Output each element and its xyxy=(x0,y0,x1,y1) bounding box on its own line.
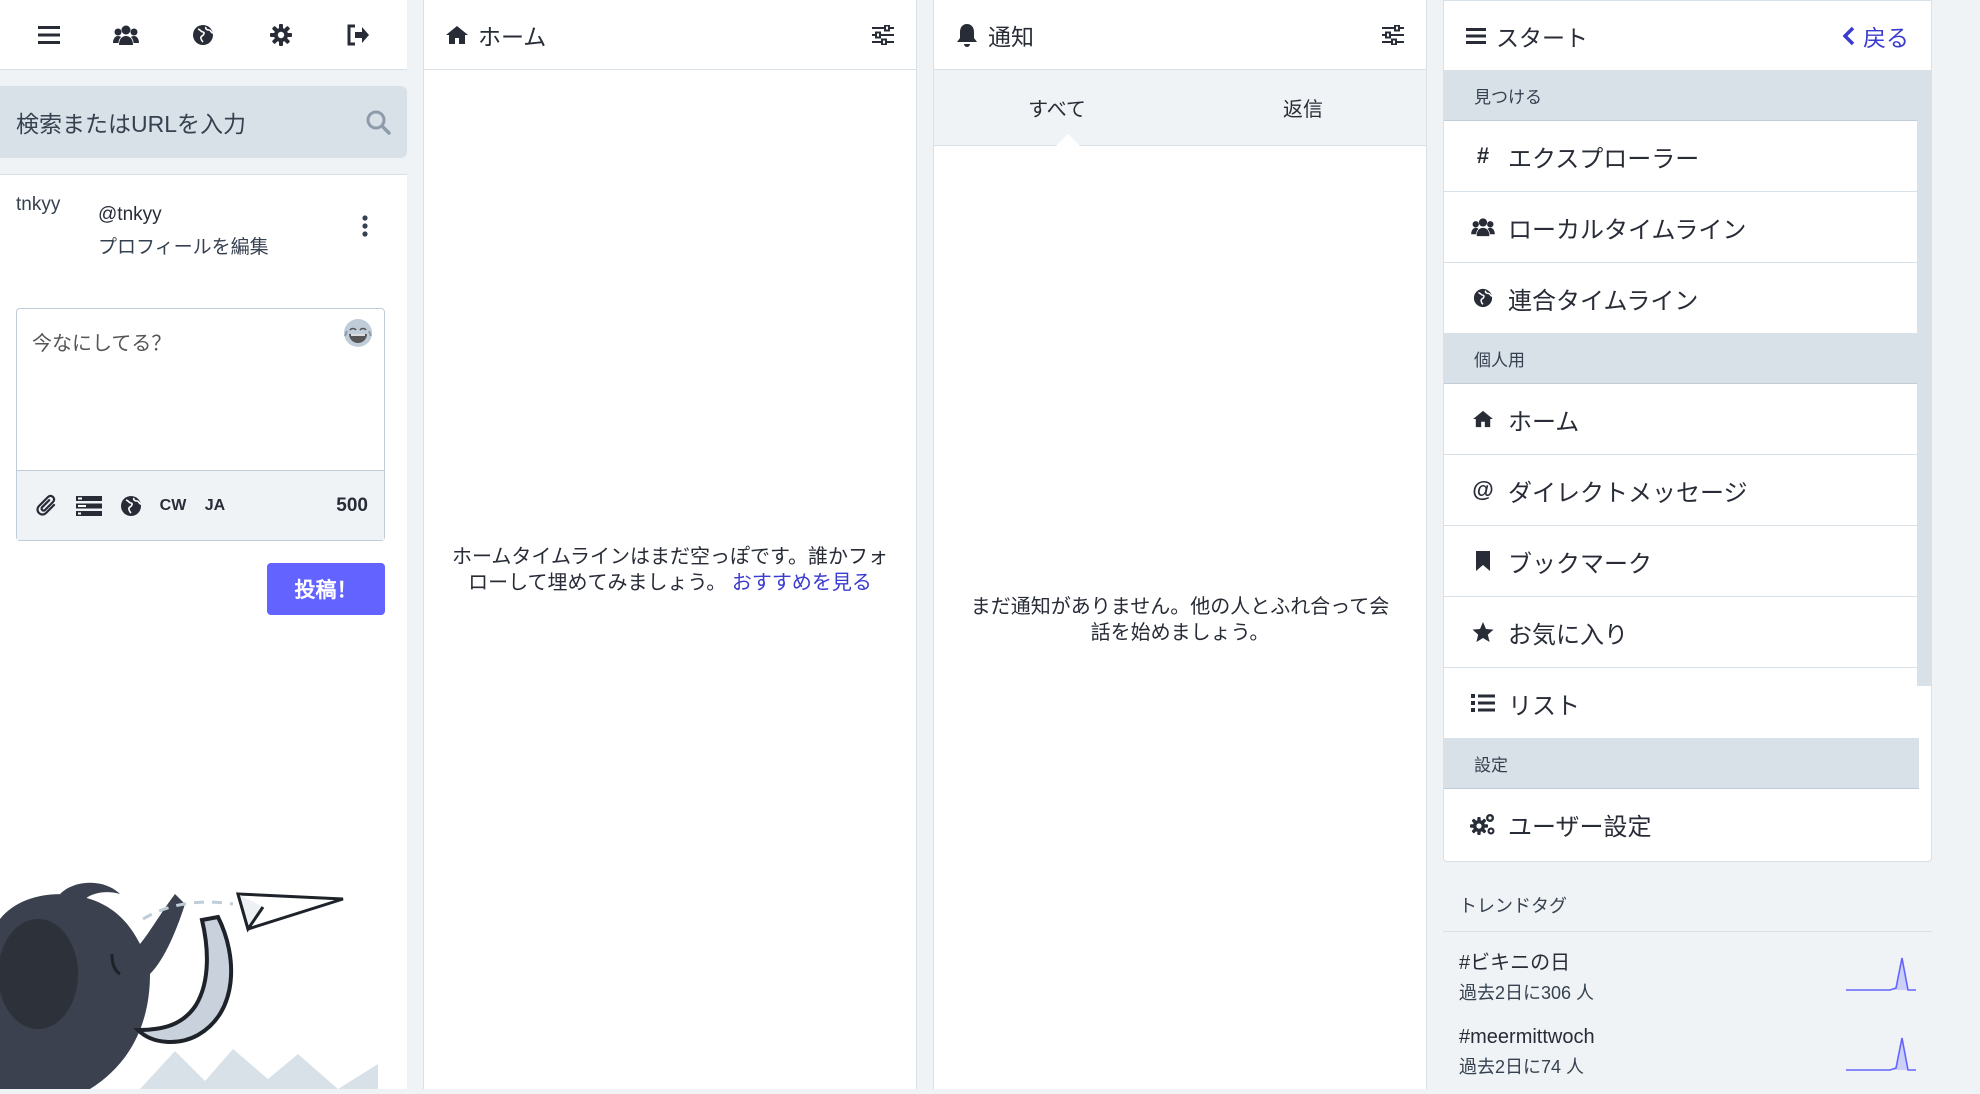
menu-item-label: ブックマーク xyxy=(1508,550,1652,578)
home-icon xyxy=(1470,406,1496,432)
compose-textarea[interactable]: 今なにしてる？ xyxy=(32,327,171,356)
tab-all[interactable]: すべて xyxy=(934,70,1180,145)
chevron-left-icon xyxy=(1843,26,1855,46)
trend-item[interactable]: #ビキニの日 過去2日に306 人 xyxy=(1443,932,1932,1012)
search-input[interactable]: 検索またはURLを入力 xyxy=(0,86,407,158)
bell-icon xyxy=(956,23,978,47)
edit-profile-link[interactable]: プロフィールを編集 xyxy=(98,232,269,259)
menu-item-direct-messages[interactable]: @ ダイレクトメッセージ xyxy=(1444,455,1919,526)
start-menu: 見つける # エクスプローラー ローカルタイムライン 連合タイムライン 個人用 … xyxy=(1444,71,1919,860)
at-icon: @ xyxy=(1472,477,1494,502)
section-header-settings: 設定 xyxy=(1444,739,1919,789)
list-icon xyxy=(1470,690,1496,716)
trend-sparkline xyxy=(1846,957,1916,991)
getting-started-panel: スタート 戻る 見つける # エクスプローラー ローカルタイムライン 連合タイム… xyxy=(1443,0,1932,862)
trending-tags-header: トレンドタグ xyxy=(1443,862,1932,932)
more-options-icon[interactable] xyxy=(357,211,373,241)
column-settings-icon[interactable] xyxy=(1382,24,1404,45)
menu-item-lists[interactable]: リスト xyxy=(1444,668,1919,739)
home-column-title[interactable]: ホーム xyxy=(478,18,872,52)
section-header-personal: 個人用 xyxy=(1444,334,1919,384)
menu-item-label: ホーム xyxy=(1508,408,1580,436)
home-column: ホーム ホームタイムラインはまだ空っぽです。誰かフォローして埋めてみましょう。 … xyxy=(423,0,917,1089)
bookmark-icon xyxy=(1470,548,1496,574)
gears-icon xyxy=(1470,812,1496,838)
emoji-picker-icon[interactable] xyxy=(342,317,374,349)
home-empty-message: ホームタイムラインはまだ空っぽです。誰かフォローして埋めてみましょう。 おすすめ… xyxy=(452,544,888,596)
avatar-alt: tnkyy xyxy=(16,194,61,215)
globe-icon xyxy=(1470,285,1496,311)
menu-item-federated-timeline[interactable]: 連合タイムライン xyxy=(1444,263,1919,334)
menu-icon xyxy=(1466,27,1486,45)
paperclip-icon[interactable] xyxy=(33,492,61,520)
menu-item-label: ダイレクトメッセージ xyxy=(1508,479,1748,507)
menu-item-label: ローカルタイムライン xyxy=(1508,216,1747,244)
publish-button[interactable]: 投稿！ xyxy=(267,563,385,615)
getting-started-column: スタート 戻る 見つける # エクスプローラー ローカルタイムライン 連合タイム… xyxy=(1443,0,1932,1089)
see-suggestions-link[interactable]: おすすめを見る xyxy=(732,572,872,594)
notifications-column-header: 通知 xyxy=(934,0,1426,70)
users-icon xyxy=(1470,214,1496,240)
notifications-column: 通知 すべて 返信 まだ通知がありません。他の人とふれ合って会話を始めましょう。 xyxy=(933,0,1427,1089)
compose-form: 今なにしてる？ CW JA 500 xyxy=(16,308,385,541)
compose-toolbar: CW JA 500 xyxy=(17,470,384,540)
account-handle[interactable]: @tnkyy xyxy=(98,204,162,226)
visibility-globe-icon[interactable] xyxy=(117,492,145,520)
back-label: 戻る xyxy=(1863,24,1909,51)
menu-item-label: リスト xyxy=(1508,692,1580,720)
search-placeholder: 検索またはURLを入力 xyxy=(16,111,247,137)
mascot-illustration xyxy=(0,824,407,1089)
account-header: tnkyy @tnkyy プロフィールを編集 xyxy=(16,195,391,265)
section-header-discover: 見つける xyxy=(1444,71,1919,121)
menu-item-label: エクスプローラー xyxy=(1508,145,1700,173)
start-column-header: スタート 戻る xyxy=(1444,1,1931,71)
start-column-title: スタート xyxy=(1496,24,1588,51)
poll-icon[interactable] xyxy=(75,492,103,520)
menu-item-label: お気に入り xyxy=(1508,621,1628,649)
menu-item-home[interactable]: ホーム xyxy=(1444,384,1919,455)
menu-icon[interactable] xyxy=(31,17,67,53)
notifications-column-title[interactable]: 通知 xyxy=(988,18,1382,52)
menu-item-label: 連合タイムライン xyxy=(1508,287,1699,315)
avatar[interactable]: tnkyy xyxy=(16,195,72,251)
menu-item-preferences[interactable]: ユーザー設定 xyxy=(1444,789,1919,860)
globe-icon[interactable] xyxy=(185,17,221,53)
scrollbar[interactable] xyxy=(1917,71,1931,686)
trend-item[interactable]: #meermittwoch 過去2日に74 人 xyxy=(1443,1012,1932,1092)
gear-icon[interactable] xyxy=(263,17,299,53)
language-button[interactable]: JA xyxy=(201,492,229,520)
trending-tags: トレンドタグ #ビキニの日 過去2日に306 人 #meermittwoch 過… xyxy=(1443,862,1932,1092)
menu-item-local-timeline[interactable]: ローカルタイムライン xyxy=(1444,192,1919,263)
column-settings-icon[interactable] xyxy=(872,24,894,45)
compose-nav xyxy=(0,0,407,70)
trend-sparkline xyxy=(1846,1037,1916,1071)
home-icon xyxy=(446,25,468,45)
cw-toggle-button[interactable]: CW xyxy=(159,492,187,520)
hashtag-icon: # xyxy=(1476,143,1490,168)
home-column-header: ホーム xyxy=(424,0,916,70)
star-icon xyxy=(1470,619,1496,645)
back-button[interactable]: 戻る xyxy=(1843,19,1909,53)
tab-mentions[interactable]: 返信 xyxy=(1180,70,1426,145)
notification-filter-tabs: すべて 返信 xyxy=(934,70,1426,146)
notifications-empty-message: まだ通知がありません。他の人とふれ合って会話を始めましょう。 xyxy=(970,596,1390,644)
compose-panel: tnkyy @tnkyy プロフィールを編集 今なにしてる？ CW JA 500… xyxy=(0,174,407,1089)
users-icon[interactable] xyxy=(108,17,144,53)
search-icon[interactable] xyxy=(365,109,391,135)
character-counter: 500 xyxy=(336,494,368,516)
menu-item-explore[interactable]: # エクスプローラー xyxy=(1444,121,1919,192)
menu-item-favourites[interactable]: お気に入り xyxy=(1444,597,1919,668)
menu-item-label: ユーザー設定 xyxy=(1508,814,1652,841)
compose-column: 検索またはURLを入力 tnkyy @tnkyy プロフィールを編集 今なにして… xyxy=(0,0,407,1089)
menu-item-bookmarks[interactable]: ブックマーク xyxy=(1444,526,1919,597)
logout-icon[interactable] xyxy=(340,17,376,53)
